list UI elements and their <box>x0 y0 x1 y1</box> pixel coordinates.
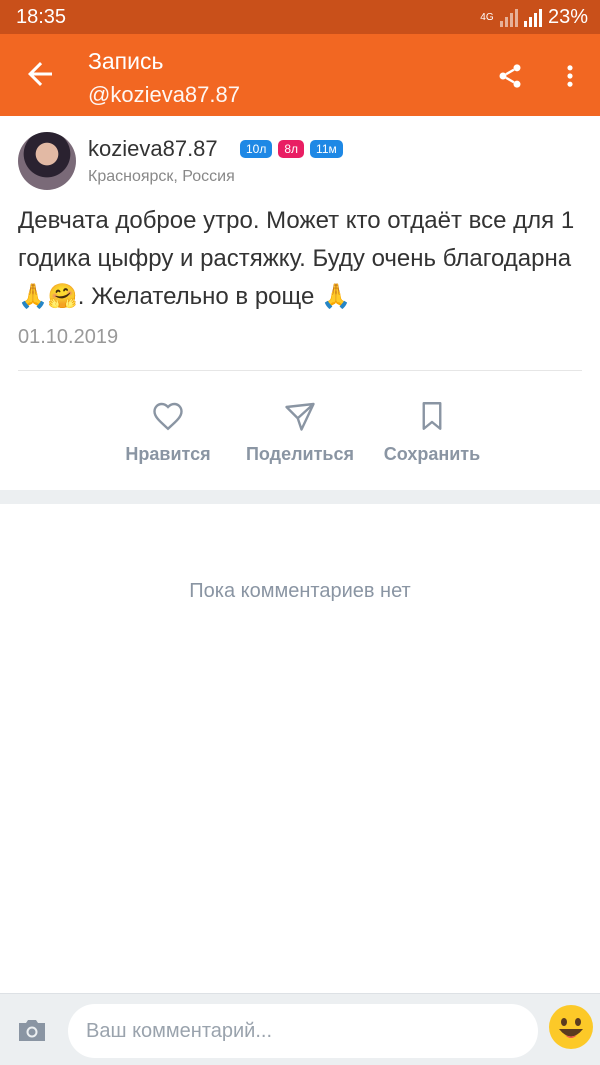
status-indicators: 4G 23% <box>480 6 588 29</box>
bookmark-icon <box>422 402 442 430</box>
arrow-back-icon[interactable] <box>22 56 58 92</box>
signal-sim1-icon <box>499 8 518 27</box>
smiley-icon[interactable] <box>548 1004 594 1050</box>
section-separator <box>0 490 600 504</box>
more-vert-icon[interactable] <box>556 62 584 90</box>
badge: 8л <box>278 140 305 158</box>
share-label: Поделиться <box>245 444 355 464</box>
empty-comments-text: Пока комментариев нет <box>189 580 411 602</box>
post-date: 01.10.2019 <box>18 326 119 348</box>
author-badges: 10л 8л 11м <box>240 140 343 158</box>
camera-icon[interactable] <box>16 1016 48 1044</box>
status-bar: 18:35 4G 23% <box>0 0 600 34</box>
author-location: Красноярск, Россия <box>88 168 235 185</box>
author-name[interactable]: kozieva87.87 <box>88 136 218 162</box>
save-button[interactable]: Сохранить <box>367 398 497 465</box>
post-text: Девчата доброе утро. Может кто отдаёт вс… <box>18 207 575 310</box>
badge: 11м <box>310 140 343 158</box>
signal-sim2-icon <box>523 8 542 27</box>
badge: 10л <box>240 140 273 158</box>
share-icon[interactable] <box>496 62 524 90</box>
comment-composer <box>0 993 600 1065</box>
save-label: Сохранить <box>383 444 481 464</box>
avatar[interactable] <box>18 132 76 190</box>
like-button[interactable]: Нравится <box>103 398 233 465</box>
like-label: Нравится <box>125 444 211 464</box>
page-title: Запись <box>88 48 164 74</box>
post-card: kozieva87.87 10л 8л 11м Красноярск, Росс… <box>0 116 600 490</box>
network-type: 4G <box>480 11 494 23</box>
comment-input[interactable] <box>68 1004 538 1058</box>
heart-icon <box>153 402 183 431</box>
page-subtitle[interactable]: @kozieva87.87 <box>88 82 240 108</box>
status-time: 18:35 <box>16 6 67 28</box>
divider <box>18 370 582 371</box>
app-toolbar: Запись @kozieva87.87 <box>0 34 600 116</box>
share-button[interactable]: Поделиться <box>235 398 365 465</box>
battery-percent: 23% <box>547 6 588 28</box>
send-icon <box>285 402 315 431</box>
